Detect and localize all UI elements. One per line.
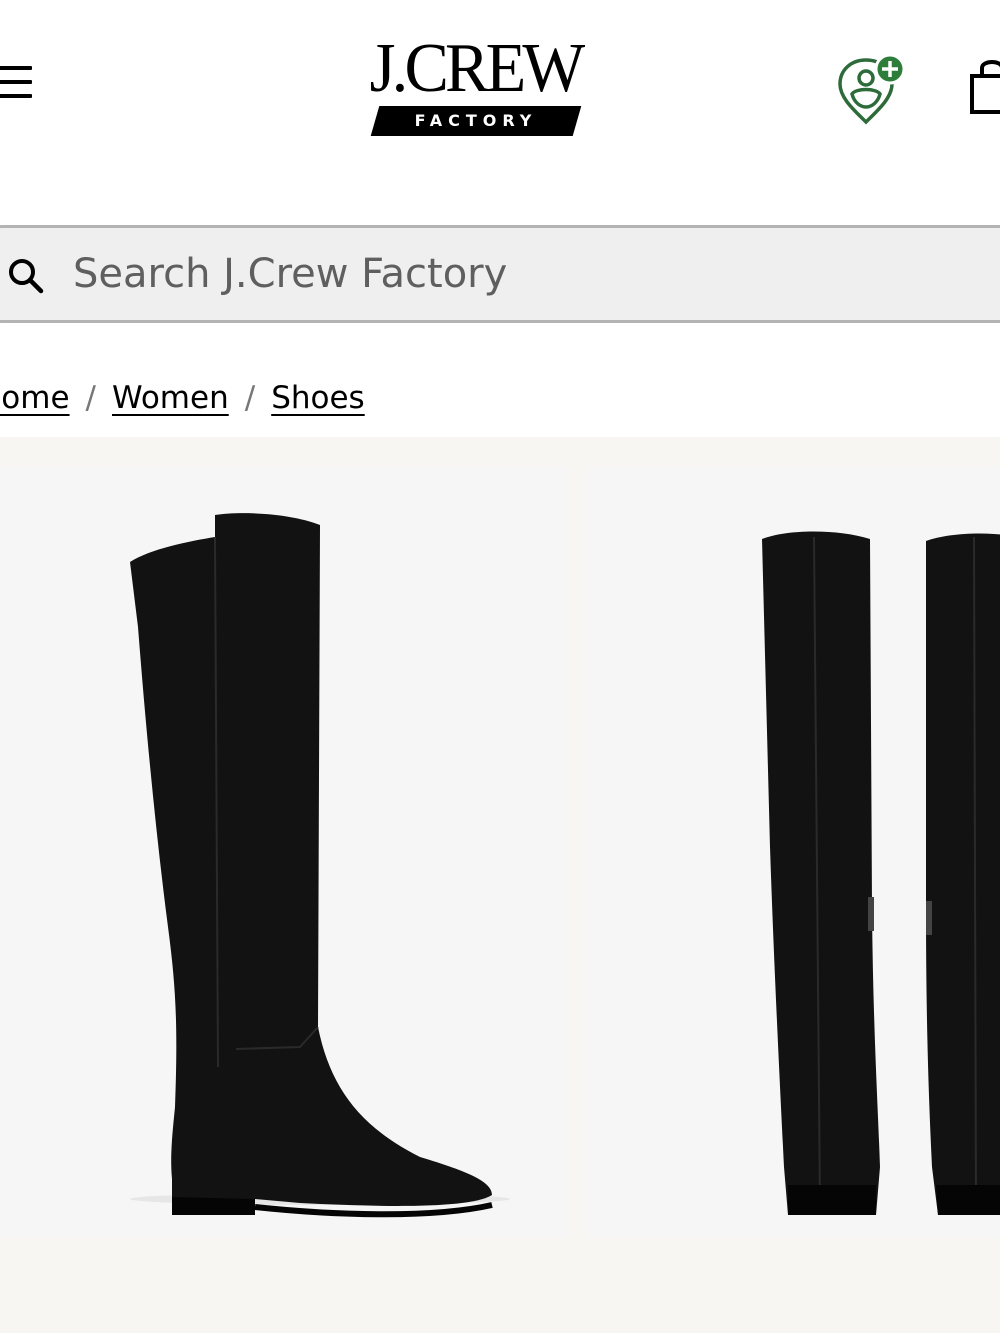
shopping-bag-icon[interactable] — [964, 56, 1000, 118]
hamburger-menu-icon[interactable] — [0, 62, 34, 102]
breadcrumb-home[interactable]: Home — [0, 380, 70, 416]
breadcrumb-women[interactable]: Women — [112, 380, 229, 416]
brand-wordmark: J.CREW — [369, 30, 586, 107]
search-input[interactable] — [73, 242, 973, 306]
product-gallery — [0, 437, 1000, 1333]
breadcrumb-shoes[interactable]: Shoes — [271, 380, 365, 416]
brand-logo[interactable]: J.CREW FACTORY — [343, 34, 608, 138]
site-header: J.CREW FACTORY — [0, 0, 1000, 170]
breadcrumb-separator: / — [85, 380, 96, 416]
breadcrumb: Home / Women / Shoes — [0, 375, 365, 425]
store-locator-icon[interactable] — [832, 52, 912, 132]
product-image-side[interactable] — [0, 467, 568, 1237]
breadcrumb-separator: / — [244, 380, 256, 416]
brand-sub: FACTORY — [414, 111, 538, 130]
product-image-back[interactable] — [588, 467, 1000, 1237]
search-bar[interactable] — [0, 225, 1000, 323]
search-icon[interactable] — [5, 255, 47, 297]
